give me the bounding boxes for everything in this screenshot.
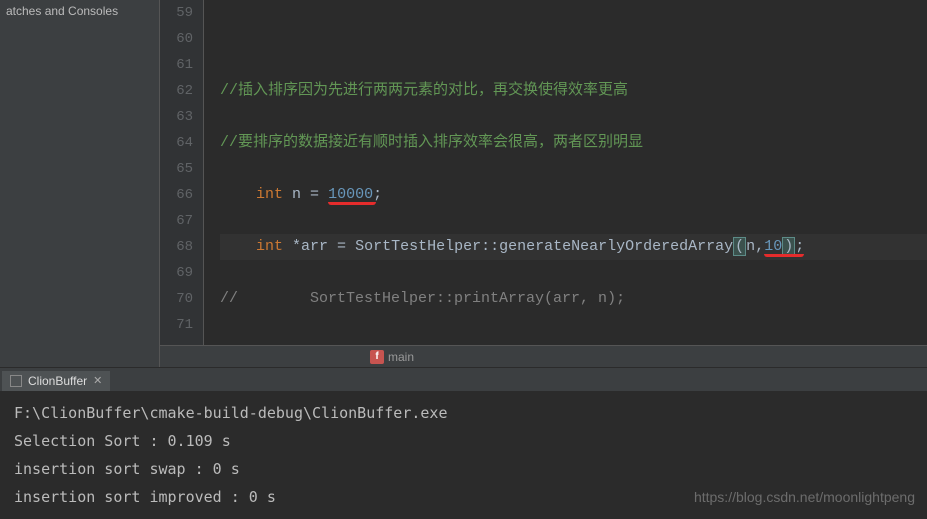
console-line: F:\ClionBuffer\cmake-build-debug\ClionBu… bbox=[14, 399, 913, 427]
tab-clionbuffer[interactable]: ClionBuffer ✕ bbox=[2, 369, 110, 391]
console-line: Selection Sort : 0.109 s bbox=[14, 427, 913, 455]
console-line: insertion sort swap : 0 s bbox=[14, 455, 913, 483]
code-line[interactable]: // SortTestHelper::printArray(arr, n); bbox=[220, 286, 927, 312]
breadcrumb-label: main bbox=[388, 350, 414, 364]
comment-text: //插入排序因为先进行两两元素的对比，再交换使得效率更高 bbox=[220, 82, 628, 99]
code-line[interactable] bbox=[220, 338, 927, 345]
comment-text: //要排序的数据接近有顺时插入排序效率会很高，两者区别明显 bbox=[220, 134, 643, 151]
watches-consoles-label: atches and Consoles bbox=[6, 4, 118, 18]
terminal-icon bbox=[10, 375, 22, 387]
watches-consoles-panel[interactable]: atches and Consoles bbox=[0, 0, 160, 367]
code-content[interactable]: //插入排序因为先进行两两元素的对比，再交换使得效率更高 //要排序的数据接近有… bbox=[204, 0, 927, 345]
paren-close: ) bbox=[782, 237, 795, 256]
code-editor[interactable]: 59 60 61 62 63 64 65 66 67 68 69 70 71 /… bbox=[160, 0, 927, 345]
function-icon: f bbox=[370, 350, 384, 364]
code-line[interactable]: //要排序的数据接近有顺时插入排序效率会很高，两者区别明显 bbox=[220, 130, 927, 156]
close-icon[interactable]: ✕ bbox=[93, 374, 102, 387]
code-line[interactable]: //插入排序因为先进行两两元素的对比，再交换使得效率更高 bbox=[220, 78, 927, 104]
run-tab-strip: ClionBuffer ✕ bbox=[0, 367, 927, 391]
line-gutter: 59 60 61 62 63 64 65 66 67 68 69 70 71 bbox=[160, 0, 204, 345]
code-line[interactable] bbox=[220, 26, 927, 52]
paren-open: ( bbox=[733, 237, 746, 256]
tab-label: ClionBuffer bbox=[28, 374, 87, 388]
code-line[interactable]: int n = 10000; bbox=[220, 182, 927, 208]
watermark-text: https://blog.csdn.net/moonlightpeng bbox=[694, 483, 915, 511]
run-console[interactable]: F:\ClionBuffer\cmake-build-debug\ClionBu… bbox=[0, 391, 927, 519]
code-line-current[interactable]: int *arr = SortTestHelper::generateNearl… bbox=[220, 234, 927, 260]
breadcrumb[interactable]: f main bbox=[160, 345, 927, 367]
